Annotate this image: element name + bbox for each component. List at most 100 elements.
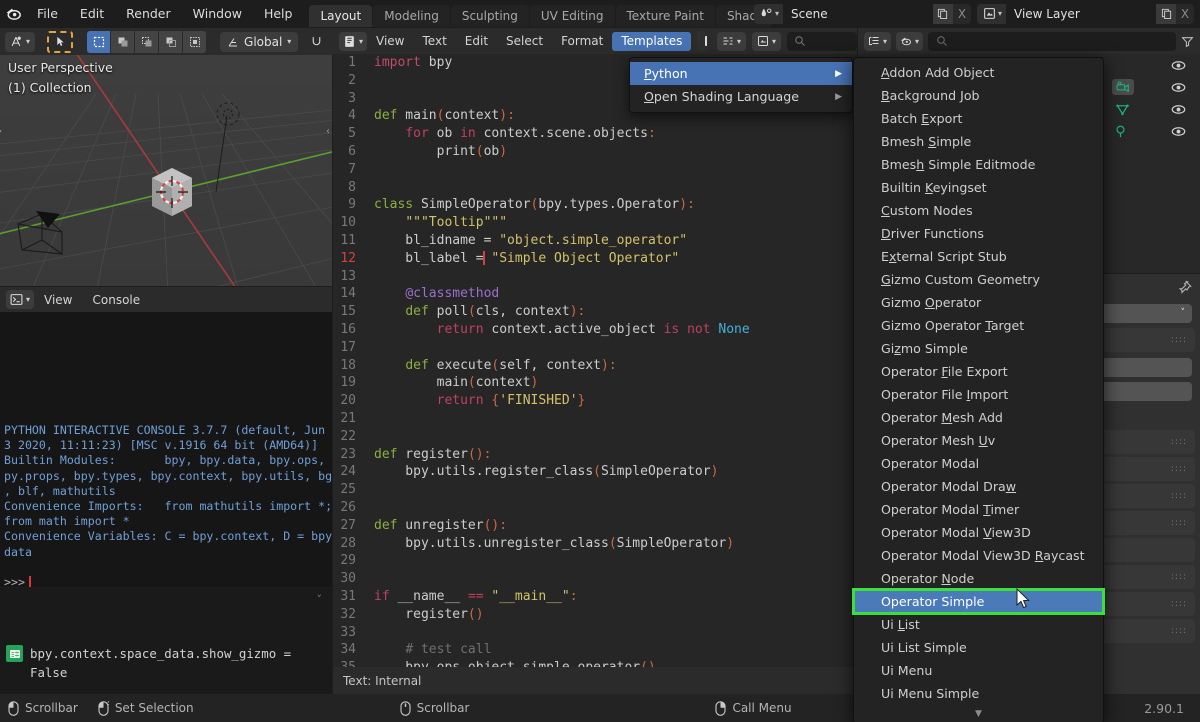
code-text[interactable]	[365, 570, 374, 588]
editor-type-selector[interactable]: ▾	[5, 31, 36, 52]
outliner-display-mode-icon[interactable]: ▾	[896, 31, 924, 51]
topbar-menu-help[interactable]: Help	[253, 0, 304, 27]
code-line[interactable]: 10 """Tooltip"""	[333, 214, 857, 232]
code-line[interactable]: 29	[333, 552, 857, 571]
select-subtract-icon[interactable]	[135, 30, 159, 53]
console-menu-console[interactable]: Console	[83, 293, 151, 307]
visibility-eye-icon[interactable]	[1171, 58, 1186, 73]
viewlayer-selector[interactable]: ▾ View Layer X	[976, 3, 1194, 24]
info-editor[interactable]: ˅ bpy.context.space_data.show_gizmo = Fa…	[0, 588, 332, 694]
camera-data-icon[interactable]	[1112, 79, 1134, 95]
scene-name[interactable]: Scene	[782, 3, 933, 24]
text-menu-format[interactable]: Format	[552, 32, 612, 51]
code-text[interactable]	[365, 179, 374, 197]
code-text[interactable]: main(context)	[365, 374, 539, 392]
code-text[interactable]: class SimpleOperator(bpy.types.Operator)…	[365, 196, 695, 214]
template-menu-item-gizmo-operator-target[interactable]: Gizmo Operator Target	[854, 314, 1103, 337]
workspace-tab-layout[interactable]: Layout	[309, 5, 373, 27]
code-text[interactable]: def execute(self, context):	[365, 357, 616, 375]
code-line[interactable]: 24 bpy.utils.register_class(SimpleOperat…	[333, 463, 857, 482]
viewport-3d[interactable]: User Perspective (1) Collection › ‹ Obje…	[0, 28, 332, 286]
text-editor-type-icon[interactable]: ▾	[339, 31, 368, 51]
text-menu-edit[interactable]: Edit	[456, 32, 497, 51]
template-menu-item-addon-add-object[interactable]: Addon Add Object	[854, 61, 1103, 84]
code-text[interactable]: import bpy	[365, 54, 452, 72]
template-menu-item-custom-nodes[interactable]: Custom Nodes	[854, 199, 1103, 222]
text-menu-templates[interactable]: Templates	[612, 31, 692, 51]
code-text[interactable]: def register():	[365, 446, 491, 464]
code-text[interactable]	[365, 428, 374, 446]
templates-menu-scroll-down-icon[interactable]: ▼	[854, 705, 1103, 722]
code-line[interactable]: 12 bl_label = "Simple Object Operator"	[333, 249, 857, 268]
code-text[interactable]	[365, 161, 374, 179]
text-editor[interactable]: ▾ View Text Edit Select Format Templates…	[333, 28, 857, 694]
topbar-menu-window[interactable]: Window	[182, 0, 253, 27]
code-line[interactable]: 26	[333, 498, 857, 517]
python-templates-menu[interactable]: Addon Add Object Background Job Batch Expo…	[852, 57, 1105, 722]
viewport-left-toolbar-toggle[interactable]: ›	[0, 126, 2, 137]
text-overlay-icon[interactable]: ▾	[751, 31, 781, 51]
code-text[interactable]: if __name__ == "__main__":	[365, 588, 578, 606]
code-line[interactable]: 17	[333, 338, 857, 357]
template-menu-item-operator-file-import[interactable]: Operator File Import	[854, 383, 1103, 406]
workspace-tab-modeling[interactable]: Modeling	[373, 5, 450, 27]
code-text[interactable]: bpy.utils.register_class(SimpleOperator)	[365, 463, 718, 481]
template-menu-item-operator-file-export[interactable]: Operator File Export	[854, 360, 1103, 383]
mesh-data-icon[interactable]	[1115, 102, 1130, 117]
python-console[interactable]: ▾ View Console PYTHON INTERACTIVE CONSOL…	[0, 287, 332, 587]
console-editor-type-icon[interactable]: ▾	[6, 290, 35, 309]
outliner-editor-type-icon[interactable]: ▾	[864, 31, 892, 51]
code-text[interactable]	[365, 552, 374, 570]
template-menu-item-operator-modal-draw[interactable]: Operator Modal Draw	[854, 475, 1103, 498]
template-menu-item-ui-list-simple[interactable]: Ui List Simple	[854, 636, 1103, 659]
code-text[interactable]	[365, 268, 374, 286]
visibility-eye-icon[interactable]	[1171, 102, 1186, 117]
code-line[interactable]: 9 class SimpleOperator(bpy.types.Operator…	[333, 196, 857, 215]
code-text[interactable]: bl_label = "Simple Object Operator"	[365, 250, 679, 268]
code-line[interactable]: 20 return {'FINISHED'}	[333, 392, 857, 410]
code-text[interactable]: register()	[365, 606, 483, 624]
visibility-eye-icon[interactable]	[1171, 124, 1186, 139]
code-line[interactable]: 14 @classmethod	[333, 285, 857, 304]
template-menu-item-operator-modal[interactable]: Operator Modal	[854, 452, 1103, 475]
menu-item-python[interactable]: Python ▶	[630, 62, 852, 85]
code-text[interactable]: def unregister():	[365, 517, 507, 535]
text-datablock-selector[interactable]: ▾ operator_simple.py X	[697, 31, 707, 51]
select-intersect-icon[interactable]	[183, 30, 207, 53]
template-menu-item-operator-modal-view3d-raycast[interactable]: Operator Modal View3D Raycast	[854, 544, 1103, 567]
text-menu-select[interactable]: Select	[497, 32, 552, 51]
code-text[interactable]: bpy.utils.unregister_class(SimpleOperato…	[365, 535, 734, 553]
code-line[interactable]: 18 def execute(self, context):	[333, 356, 857, 375]
code-text[interactable]: def main(context):	[365, 107, 515, 125]
code-line[interactable]: 23 def register():	[333, 445, 857, 464]
code-area[interactable]: 1 import bpy 2 3 4 def main(context): 5 for ob…	[333, 54, 857, 667]
code-line[interactable]: 21	[333, 409, 857, 428]
code-line[interactable]: 5 for ob in context.scene.objects:	[333, 125, 857, 143]
visibility-eye-icon[interactable]	[1171, 80, 1186, 95]
code-line[interactable]: 34 # test call	[333, 641, 857, 660]
workspace-tab-sculpting[interactable]: Sculpting	[450, 5, 529, 27]
code-line[interactable]: 33	[333, 623, 857, 642]
code-line[interactable]: 8	[333, 178, 857, 197]
template-menu-item-gizmo-simple[interactable]: Gizmo Simple	[854, 337, 1103, 360]
text-search-input[interactable]	[787, 31, 857, 51]
viewport-right-sidebar-toggle[interactable]: ‹	[326, 126, 330, 137]
code-text[interactable]: return context.active_object is not None	[365, 321, 750, 339]
code-line[interactable]: 6 print(ob)	[333, 142, 857, 161]
code-text[interactable]	[365, 624, 374, 642]
outliner-filter-icon[interactable]	[1181, 35, 1194, 48]
code-line[interactable]: 19 main(context)	[333, 374, 857, 393]
console-menu-view[interactable]: View	[34, 293, 82, 307]
active-tool-icon[interactable]	[47, 30, 74, 53]
code-line[interactable]: 7	[333, 160, 857, 179]
new-scene-icon[interactable]	[932, 3, 953, 24]
code-text[interactable]: for ob in context.scene.objects:	[365, 125, 655, 143]
topbar-menu-file[interactable]: File	[26, 0, 69, 27]
snapping-icon[interactable]	[310, 35, 323, 48]
text-menu-text[interactable]: Text	[414, 32, 456, 51]
info-log-row[interactable]: bpy.context.space_data.show_gizmo = Fals…	[6, 644, 326, 682]
select-box-icon[interactable]	[87, 30, 111, 53]
scene-selector[interactable]: ▾ Scene X	[753, 3, 971, 24]
blender-logo-icon[interactable]	[0, 0, 26, 27]
workspace-tab-texture-paint[interactable]: Texture Paint	[615, 5, 715, 27]
